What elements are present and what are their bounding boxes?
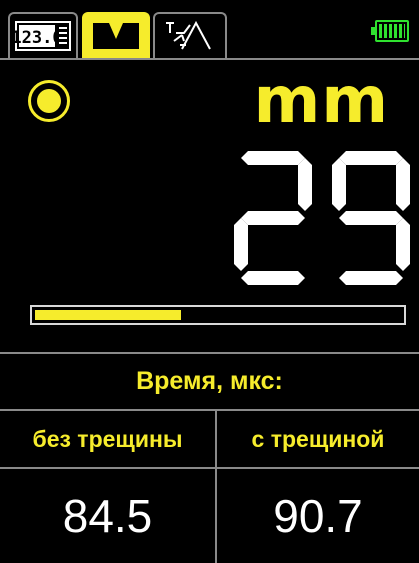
digit-segment [339, 151, 403, 165]
value-no-crack: 84.5 [62, 490, 153, 542]
waveform-icon [166, 20, 211, 50]
progress-fill [35, 310, 181, 320]
digit-segment [298, 158, 312, 211]
unit-label: mm [253, 64, 389, 138]
column-label-no-crack: без трещины [32, 425, 183, 452]
tab-numeric-display[interactable]: 123.0 [8, 12, 78, 58]
tab-crack-depth[interactable] [82, 12, 150, 58]
digit-segment [332, 158, 346, 211]
digit-segment [396, 158, 410, 211]
value-with-crack: 90.7 [273, 490, 363, 542]
measurement-value [234, 151, 410, 285]
digit-segment [241, 211, 305, 225]
digit-segment [339, 271, 403, 285]
v-notch-icon [93, 23, 139, 49]
digit-segment [241, 151, 305, 165]
column-label-with-crack: с трещиной [251, 425, 385, 452]
progress-bar [30, 305, 406, 325]
battery-full-icon [371, 20, 409, 42]
battery-level [379, 24, 405, 38]
digit-segment [396, 218, 410, 271]
time-title: Время, мкс: [136, 367, 283, 395]
tab-bar: 123.0 [0, 0, 419, 60]
digit-segment [241, 271, 305, 285]
numeric-display-icon: 123.0 [15, 21, 71, 51]
digit-segment [339, 211, 403, 225]
tab-waveform[interactable] [153, 12, 227, 58]
digit-segment [234, 218, 248, 271]
recording-status-icon [28, 80, 70, 122]
svg-text:123.0: 123.0 [15, 28, 63, 48]
